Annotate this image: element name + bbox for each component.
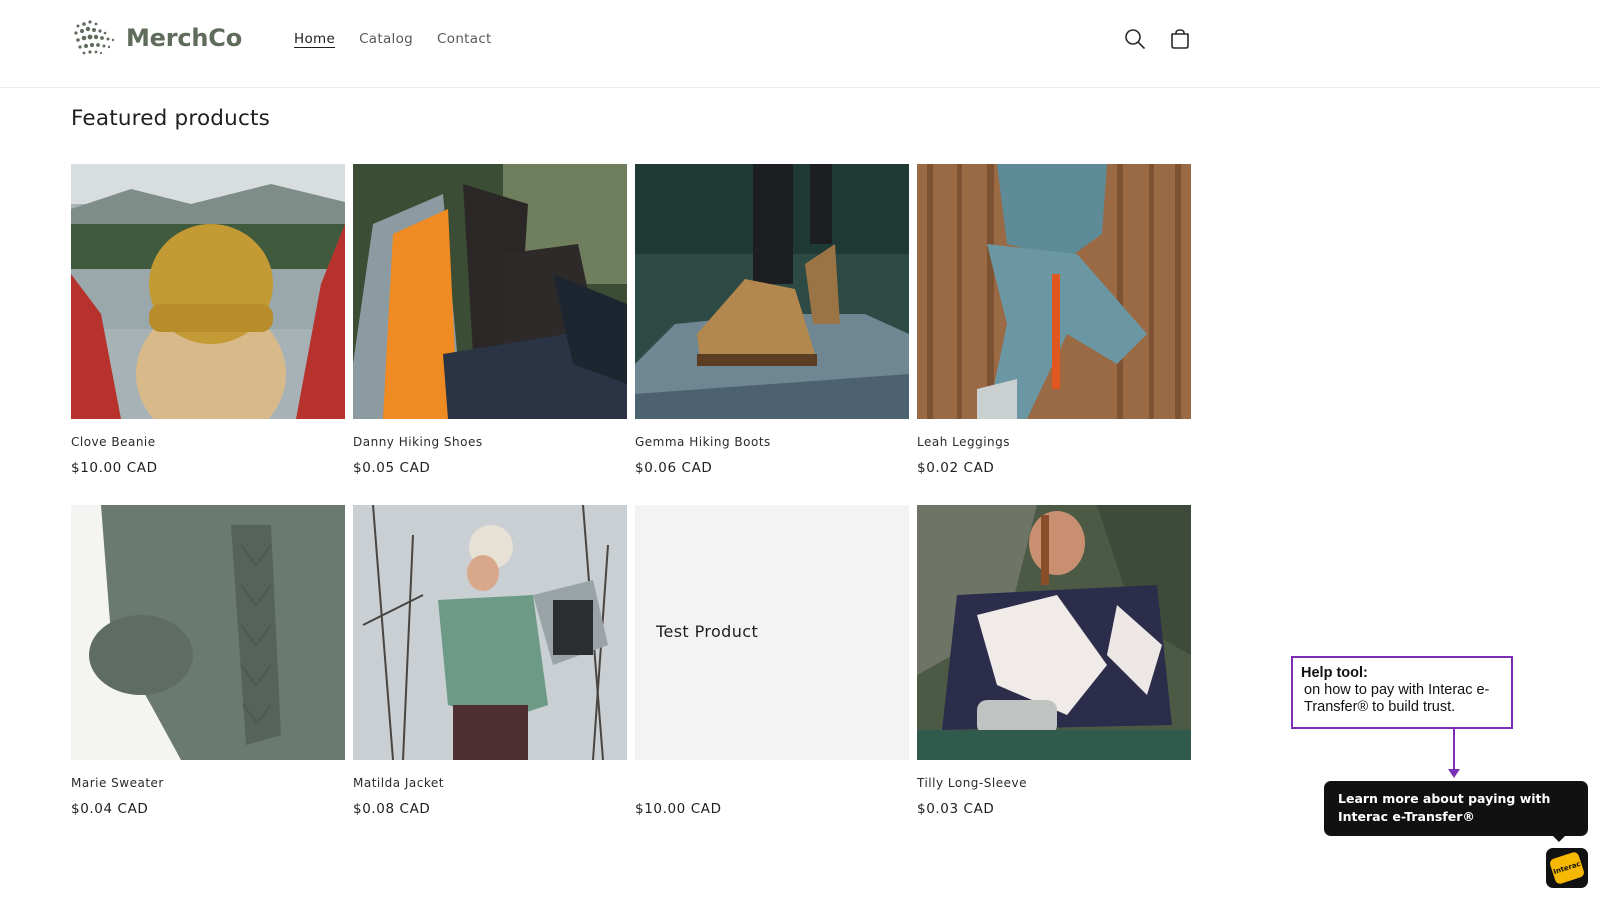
product-card[interactable]: Test Product $10.00 CAD bbox=[635, 505, 909, 817]
product-image[interactable] bbox=[71, 505, 345, 760]
annotation-arrow-line bbox=[1453, 729, 1455, 771]
search-icon bbox=[1125, 29, 1145, 49]
product-image[interactable] bbox=[71, 164, 345, 419]
placeholder-product-title: Test Product bbox=[656, 622, 759, 641]
logo-mark-icon bbox=[74, 20, 115, 55]
product-card[interactable]: Danny Hiking Shoes $0.05 CAD bbox=[353, 164, 627, 476]
product-price: $10.00 CAD bbox=[71, 460, 158, 476]
product-card[interactable]: Marie Sweater $0.04 CAD bbox=[71, 505, 345, 817]
cart-icon bbox=[1171, 29, 1189, 49]
product-name[interactable]: Gemma Hiking Boots bbox=[635, 435, 909, 450]
product-price: $0.05 CAD bbox=[353, 460, 431, 476]
nav-catalog[interactable]: Catalog bbox=[359, 31, 413, 47]
product-name[interactable] bbox=[635, 776, 909, 791]
logo[interactable]: MerchCo bbox=[72, 18, 242, 58]
annotation-arrow-head-icon bbox=[1448, 769, 1460, 778]
interac-help-button[interactable]: Interac bbox=[1546, 848, 1588, 888]
cart-button[interactable] bbox=[1167, 26, 1193, 52]
main-nav: Home Catalog Contact bbox=[294, 31, 492, 47]
product-card[interactable]: Clove Beanie $10.00 CAD bbox=[71, 164, 345, 476]
product-name[interactable]: Clove Beanie bbox=[71, 435, 345, 450]
product-image[interactable] bbox=[917, 505, 1191, 760]
product-price: $0.04 CAD bbox=[71, 801, 149, 817]
help-tool-body: on how to pay with Interac e-Transfer® t… bbox=[1304, 682, 1490, 715]
product-card[interactable]: Matilda Jacket $0.08 CAD bbox=[353, 505, 627, 817]
site-header: MerchCo Home Catalog Contact bbox=[0, 0, 1600, 88]
product-card[interactable]: Leah Leggings $0.02 CAD bbox=[917, 164, 1191, 476]
product-image[interactable] bbox=[917, 164, 1191, 419]
product-price: $0.02 CAD bbox=[917, 460, 995, 476]
help-tool-annotation: Help tool: on how to pay with Interac e-… bbox=[1291, 656, 1513, 729]
section-title: Featured products bbox=[71, 106, 271, 131]
product-card[interactable]: Gemma Hiking Boots $0.06 CAD bbox=[635, 164, 909, 476]
nav-contact[interactable]: Contact bbox=[437, 31, 492, 47]
product-price: $10.00 CAD bbox=[635, 801, 722, 817]
tooltip-tail bbox=[1552, 835, 1566, 842]
product-name[interactable]: Marie Sweater bbox=[71, 776, 345, 791]
product-name[interactable]: Matilda Jacket bbox=[353, 776, 627, 791]
product-image[interactable] bbox=[353, 505, 627, 760]
product-image[interactable] bbox=[353, 164, 627, 419]
product-card[interactable]: Tilly Long-Sleeve $0.03 CAD bbox=[917, 505, 1191, 817]
product-image[interactable] bbox=[635, 164, 909, 419]
interac-tooltip: Learn more about paying with Interac e-T… bbox=[1324, 781, 1588, 836]
product-price: $0.06 CAD bbox=[635, 460, 713, 476]
product-image-placeholder[interactable]: Test Product bbox=[635, 505, 909, 760]
product-name[interactable]: Tilly Long-Sleeve bbox=[917, 776, 1191, 791]
search-button[interactable] bbox=[1122, 26, 1148, 52]
product-name[interactable]: Danny Hiking Shoes bbox=[353, 435, 627, 450]
logo-text: MerchCo bbox=[126, 24, 243, 52]
product-price: $0.08 CAD bbox=[353, 801, 431, 817]
help-tool-title: Help tool: bbox=[1301, 665, 1368, 681]
interac-logo-icon: Interac bbox=[1548, 851, 1586, 885]
nav-home[interactable]: Home bbox=[294, 31, 335, 47]
product-price: $0.03 CAD bbox=[917, 801, 995, 817]
product-name[interactable]: Leah Leggings bbox=[917, 435, 1191, 450]
